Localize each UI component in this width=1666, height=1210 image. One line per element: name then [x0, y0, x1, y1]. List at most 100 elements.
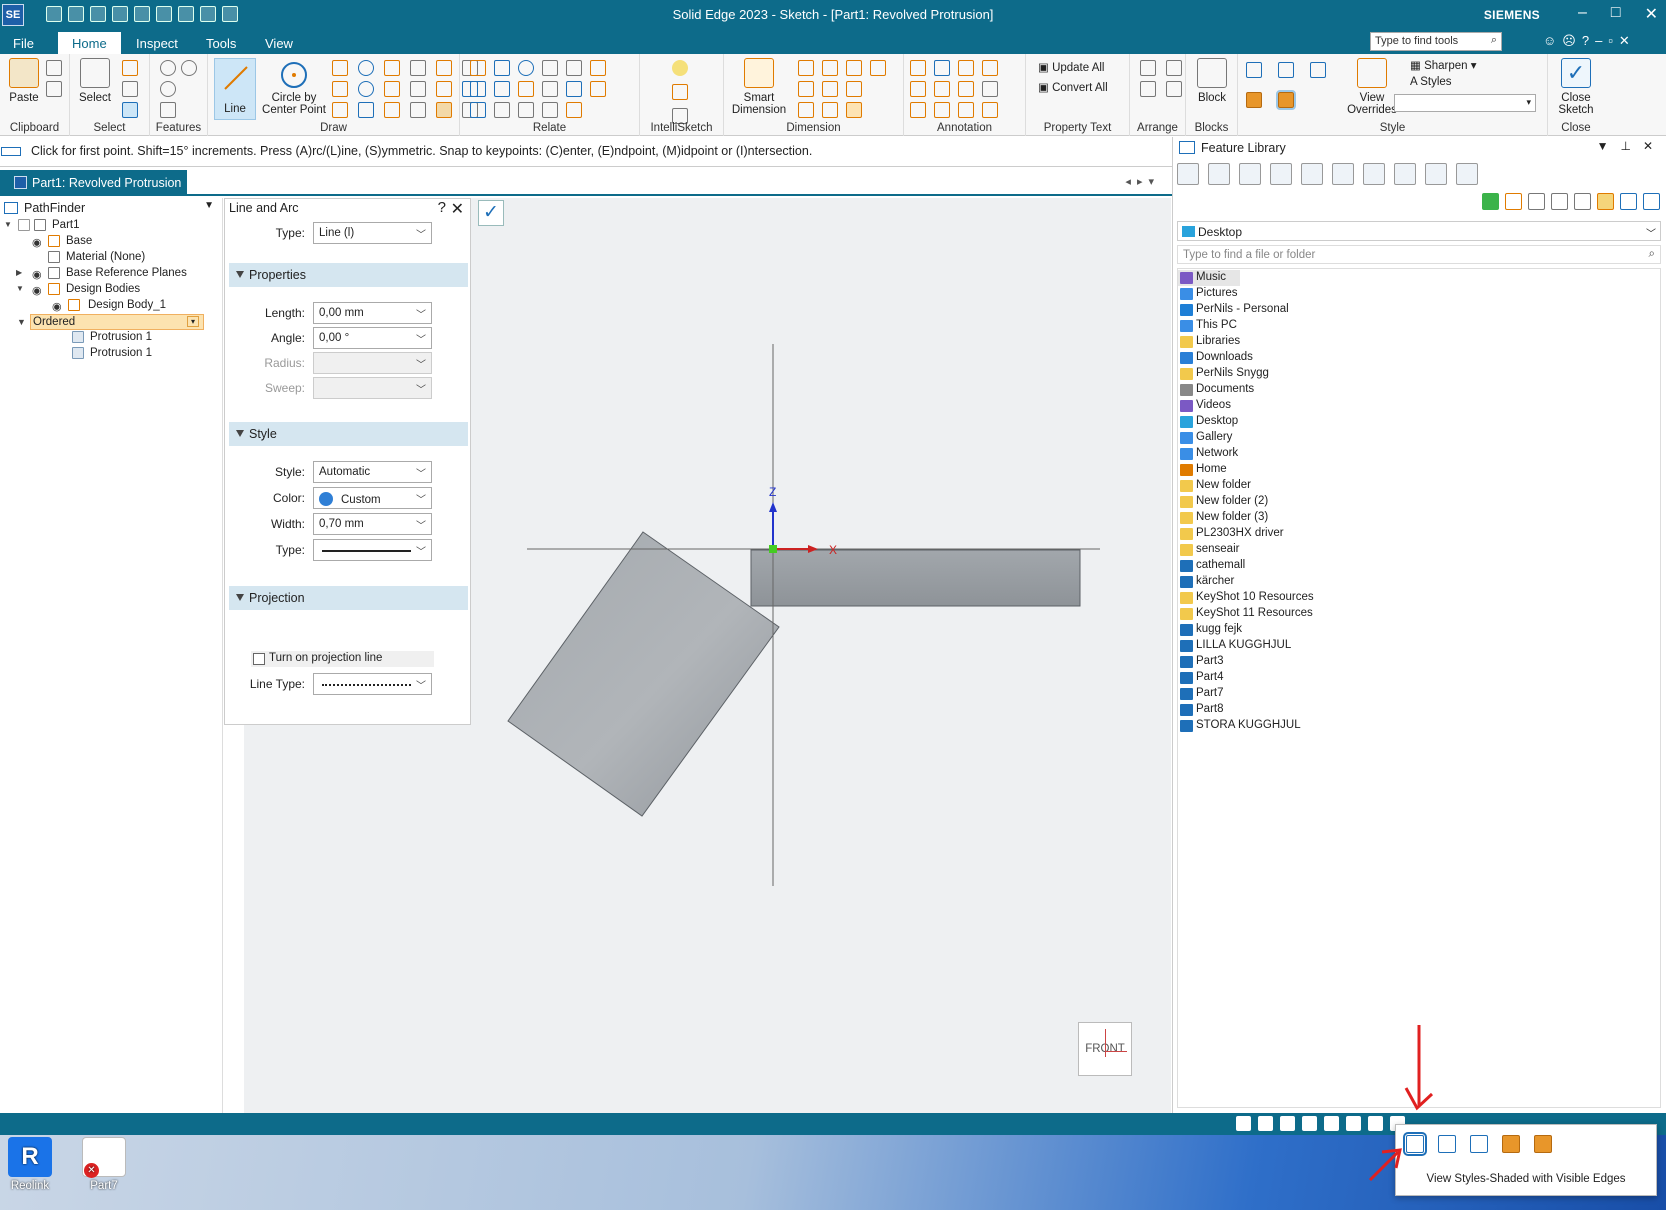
type-select[interactable]: Line (l) ﹀: [313, 222, 432, 244]
offset-icon[interactable]: [410, 81, 426, 97]
list-item[interactable]: LILLA KUGGHJUL: [1178, 638, 1291, 654]
callout-icon[interactable]: [934, 60, 950, 76]
close-sketch-button[interactable]: ✓ Close Sketch: [1556, 58, 1596, 116]
find-tools-input[interactable]: Type to find tools ⌕: [1370, 32, 1502, 51]
chevron-down-icon[interactable]: ▼: [204, 200, 214, 211]
auto-dim-icon[interactable]: [822, 102, 838, 118]
circle-by-center-button[interactable]: Circle by Center Point: [262, 58, 326, 116]
connect-icon[interactable]: [470, 60, 486, 76]
tree-item-base[interactable]: ◉ Base: [0, 234, 222, 250]
symmetric-icon[interactable]: [566, 81, 582, 97]
sketch-view-icon[interactable]: [1368, 1116, 1383, 1131]
style-select[interactable]: Automatic ﹀: [313, 461, 432, 483]
list-item[interactable]: Pictures: [1178, 286, 1238, 302]
projection-line-type-select[interactable]: ﹀: [313, 673, 432, 695]
tree-item-protrusion-1-b[interactable]: Protrusion 1: [0, 346, 222, 362]
scale-icon[interactable]: [518, 102, 534, 118]
datum-icon[interactable]: [958, 102, 974, 118]
ribbon-close-icon[interactable]: ✕: [1619, 33, 1630, 49]
pin-icon[interactable]: ⊥: [1620, 139, 1630, 153]
list-item[interactable]: Documents: [1178, 382, 1254, 398]
appearance-tab-icon[interactable]: [1332, 163, 1354, 185]
sensors-tab-icon[interactable]: [1394, 163, 1416, 185]
mirror-sketch-icon[interactable]: [384, 102, 400, 118]
maintain-icon[interactable]: [566, 102, 582, 118]
tree-item-material[interactable]: Material (None): [0, 250, 222, 266]
shaded-icon[interactable]: [1502, 1135, 1520, 1153]
style-section[interactable]: Style: [229, 422, 468, 446]
visible-edges-icon[interactable]: [1246, 62, 1262, 78]
zoom-area-icon[interactable]: [1236, 1116, 1251, 1131]
tree-item-design-bodies[interactable]: ▼ ◉ Design Bodies: [0, 282, 222, 298]
distance-icon[interactable]: [798, 60, 814, 76]
search-icon[interactable]: [1643, 193, 1660, 210]
bring-forward-icon[interactable]: [1140, 81, 1156, 97]
feature-control-icon[interactable]: [982, 102, 998, 118]
parallel-icon[interactable]: [470, 102, 486, 118]
close-button[interactable]: ✕: [1645, 4, 1658, 24]
view-overrides-button[interactable]: View Overrides: [1342, 58, 1402, 116]
list-item[interactable]: Gallery: [1178, 430, 1232, 446]
taskbar-app-part7[interactable]: ✕ Part7: [74, 1137, 134, 1192]
zoom-icon[interactable]: [1258, 1116, 1273, 1131]
angle-field[interactable]: 0,00 ° ﹀: [313, 327, 432, 349]
sharpen-button[interactable]: ▦ Sharpen ▾: [1410, 58, 1477, 72]
eye-icon[interactable]: ◉: [32, 236, 42, 249]
update-all-button[interactable]: ▣ Update All: [1038, 60, 1105, 74]
help-icon[interactable]: ?: [438, 199, 446, 216]
tab-tools[interactable]: Tools: [206, 36, 236, 51]
origin-point[interactable]: [769, 545, 777, 553]
select-filter-icon[interactable]: [122, 81, 138, 97]
cut-icon[interactable]: [46, 60, 62, 76]
add-icon[interactable]: [1482, 193, 1499, 210]
list-item[interactable]: Libraries: [1178, 334, 1240, 350]
font-size-icon[interactable]: [910, 102, 926, 118]
list-item[interactable]: Part4: [1178, 670, 1224, 686]
tree-item-part1[interactable]: ▼ Part1: [0, 218, 222, 234]
hole-icon[interactable]: [160, 60, 176, 76]
wireframe-icon[interactable]: [1310, 62, 1326, 78]
move-icon[interactable]: [384, 81, 400, 97]
list-item[interactable]: PerNils - Personal: [1178, 302, 1289, 318]
wireframe-icon[interactable]: [1470, 1135, 1488, 1153]
materials-tab-icon[interactable]: [1270, 163, 1292, 185]
rectangle-icon[interactable]: [332, 60, 348, 76]
close-icon[interactable]: ✕: [451, 199, 464, 219]
pan-icon[interactable]: [1324, 1116, 1339, 1131]
radial-icon[interactable]: [822, 81, 838, 97]
help-icon[interactable]: ?: [1582, 33, 1589, 49]
list-item[interactable]: Videos: [1178, 398, 1231, 414]
home-icon[interactable]: [1505, 193, 1522, 210]
trim-icon[interactable]: [436, 60, 452, 76]
tab-file[interactable]: File: [13, 36, 34, 51]
styles-button[interactable]: A Styles: [1410, 76, 1452, 88]
dim-axis-icon[interactable]: [846, 81, 862, 97]
surface-texture-icon[interactable]: [934, 81, 950, 97]
tangent-icon[interactable]: [566, 60, 582, 76]
coordinate-icon[interactable]: [846, 60, 862, 76]
list-item[interactable]: cathemall: [1178, 558, 1245, 574]
tab-inspect[interactable]: Inspect: [136, 36, 178, 51]
midpoint-icon[interactable]: [470, 81, 486, 97]
find-file-input[interactable]: Type to find a file or folder ⌕: [1177, 245, 1661, 264]
list-item[interactable]: Music: [1178, 270, 1240, 286]
concentric-icon[interactable]: [518, 60, 534, 76]
feature-tab-icon[interactable]: [1301, 163, 1323, 185]
text-icon[interactable]: [910, 60, 926, 76]
tree-item-protrusion-1[interactable]: Protrusion 1: [0, 330, 222, 346]
list-item[interactable]: Part8: [1178, 702, 1224, 718]
point-icon[interactable]: [332, 102, 348, 118]
line-type-select[interactable]: ﹀: [313, 539, 432, 561]
perpendicular-icon[interactable]: [590, 60, 606, 76]
list-item[interactable]: New folder: [1178, 478, 1251, 494]
shaded-visible-edges-icon[interactable]: [1276, 90, 1296, 110]
ellipse-icon[interactable]: [358, 81, 374, 97]
intellisketch-options-icon[interactable]: [672, 84, 688, 100]
curve-icon[interactable]: [332, 81, 348, 97]
style-select[interactable]: ▾: [1394, 94, 1536, 112]
send-back-icon[interactable]: [1166, 60, 1182, 76]
slot-icon[interactable]: [358, 102, 374, 118]
tab-home[interactable]: Home: [58, 32, 121, 54]
paste-button[interactable]: Paste: [6, 58, 42, 104]
frown-icon[interactable]: ☹: [1562, 33, 1576, 49]
